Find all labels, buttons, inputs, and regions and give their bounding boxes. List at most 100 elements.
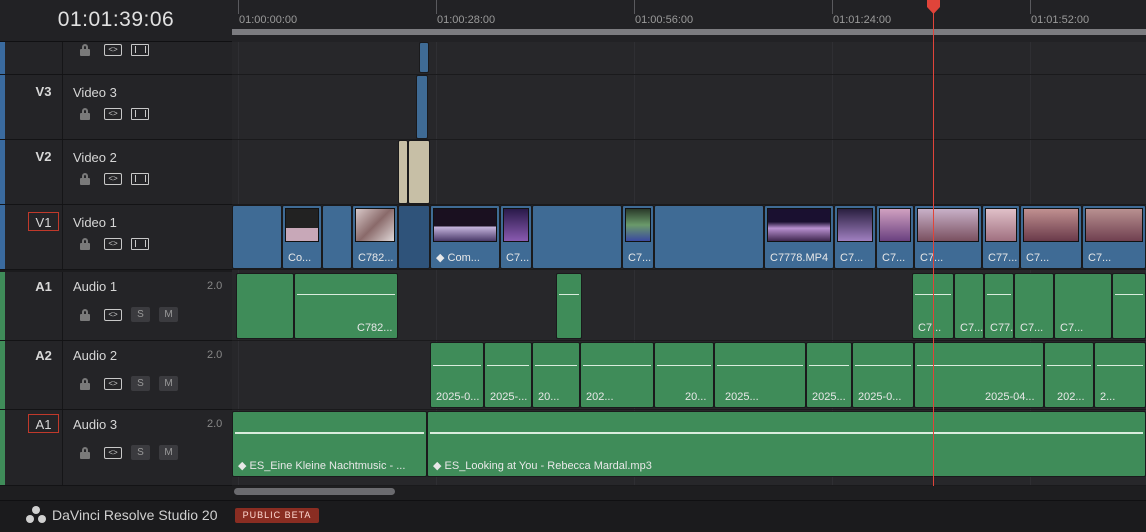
app-name: DaVinci Resolve Studio 20 bbox=[52, 507, 218, 523]
track-id[interactable]: A2 bbox=[28, 346, 59, 365]
track-name[interactable]: Audio 3 bbox=[73, 417, 117, 432]
clip-label: 2025-0... bbox=[858, 391, 902, 403]
auto-select-icon[interactable]: <> bbox=[104, 309, 122, 321]
video-clip[interactable]: C7... bbox=[914, 205, 982, 269]
lock-icon[interactable] bbox=[80, 238, 90, 250]
audio-clip[interactable]: 2025-... bbox=[484, 342, 532, 408]
scrollbar-thumb[interactable] bbox=[234, 488, 395, 495]
track-name[interactable]: Video 2 bbox=[73, 150, 117, 165]
lock-icon[interactable] bbox=[80, 378, 90, 390]
clip-label: 2025-0... bbox=[436, 391, 480, 403]
audio-clip[interactable] bbox=[556, 273, 582, 339]
solo-button[interactable]: S bbox=[131, 445, 150, 460]
audio-clip[interactable]: ◆ ES_Looking at You - Rebecca Mardal.mp3 bbox=[427, 411, 1146, 477]
video-clip[interactable]: C7... bbox=[622, 205, 654, 269]
audio-clip[interactable]: C7... bbox=[1014, 273, 1054, 339]
audio-clip[interactable]: 2025... bbox=[806, 342, 852, 408]
track-header-a2[interactable]: A2 Audio 2 2.0 <> S M bbox=[0, 341, 232, 410]
auto-select-icon[interactable]: <> bbox=[104, 378, 122, 390]
track-header-v3[interactable]: V3 Video 3 <> bbox=[0, 75, 232, 140]
audio-clip[interactable]: C7... bbox=[1054, 273, 1112, 339]
video-clip[interactable] bbox=[322, 205, 352, 269]
track-destination-a1[interactable]: A1 bbox=[28, 414, 59, 433]
lock-icon[interactable] bbox=[80, 108, 90, 120]
track-header-v2[interactable]: V2 Video 2 <> bbox=[0, 140, 232, 205]
audio-clip[interactable]: 20... bbox=[654, 342, 714, 408]
audio-clip[interactable]: ◆ ES_Eine Kleine Nachtmusic - ... bbox=[232, 411, 427, 477]
auto-select-icon[interactable]: <> bbox=[104, 447, 122, 459]
audio-clip[interactable]: 2025... bbox=[714, 342, 806, 408]
timecode-display[interactable]: 01:01:39:06 bbox=[0, 8, 232, 32]
video-clip[interactable] bbox=[419, 42, 429, 73]
audio-clip[interactable]: C7... bbox=[954, 273, 984, 339]
clip-thumbnail bbox=[837, 208, 873, 242]
film-icon[interactable] bbox=[131, 238, 149, 250]
video-clip[interactable]: C7778.MP4 bbox=[764, 205, 834, 269]
audio-clip[interactable]: 202... bbox=[580, 342, 654, 408]
video-clip[interactable] bbox=[408, 140, 430, 204]
audio-clip[interactable] bbox=[236, 273, 294, 339]
lock-icon[interactable] bbox=[80, 173, 90, 185]
playhead[interactable] bbox=[933, 8, 934, 486]
track-id[interactable]: V3 bbox=[28, 82, 59, 101]
video-clip[interactable]: C7... bbox=[500, 205, 532, 269]
track-header-v4[interactable]: <> bbox=[0, 42, 232, 75]
video-clip[interactable]: C7... bbox=[1020, 205, 1082, 269]
auto-select-icon[interactable]: <> bbox=[104, 238, 122, 250]
film-icon[interactable] bbox=[131, 173, 149, 185]
auto-select-icon[interactable]: <> bbox=[104, 44, 122, 56]
audio-clip[interactable]: C77... bbox=[984, 273, 1014, 339]
track-header-v1[interactable]: V1 Video 1 <> bbox=[0, 205, 232, 270]
auto-select-icon[interactable]: <> bbox=[104, 173, 122, 185]
video-clip[interactable]: ◆ Com... bbox=[430, 205, 500, 269]
audio-clip[interactable]: 20... bbox=[532, 342, 580, 408]
solo-button[interactable]: S bbox=[131, 307, 150, 322]
clip-thumbnail bbox=[503, 208, 529, 242]
ruler-label: 01:01:52:00 bbox=[1031, 14, 1090, 26]
video-clip[interactable]: C7... bbox=[834, 205, 876, 269]
clip-label: 2... bbox=[1100, 391, 1116, 403]
track-id[interactable]: A1 bbox=[28, 277, 59, 296]
video-clip[interactable]: Co... bbox=[282, 205, 322, 269]
audio-clip[interactable]: 2... bbox=[1094, 342, 1146, 408]
clip-label: C7778.MP4 bbox=[770, 252, 829, 264]
timeline-tracks-area[interactable]: Co... C782... ◆ Com... C7... C7... C7778… bbox=[232, 42, 1146, 486]
video-clip[interactable] bbox=[398, 205, 430, 269]
lock-icon[interactable] bbox=[80, 309, 90, 321]
video-clip[interactable] bbox=[232, 205, 282, 269]
video-clip[interactable]: C7... bbox=[876, 205, 914, 269]
horizontal-scrollbar[interactable] bbox=[232, 486, 1146, 500]
track-header-a3[interactable]: A1 Audio 3 2.0 <> S M bbox=[0, 410, 232, 486]
film-icon[interactable] bbox=[131, 44, 149, 56]
track-name[interactable]: Video 3 bbox=[73, 85, 117, 100]
film-icon[interactable] bbox=[131, 108, 149, 120]
audio-clip[interactable] bbox=[1112, 273, 1146, 339]
video-clip[interactable] bbox=[398, 140, 408, 204]
audio-clip[interactable]: 2025-0... bbox=[852, 342, 914, 408]
clip-label: C7... bbox=[1020, 322, 1044, 334]
track-name[interactable]: Audio 1 bbox=[73, 279, 117, 294]
track-name[interactable]: Video 1 bbox=[73, 215, 117, 230]
mute-button[interactable]: M bbox=[159, 307, 178, 322]
mute-button[interactable]: M bbox=[159, 376, 178, 391]
audio-clip[interactable]: C782... bbox=[294, 273, 398, 339]
video-clip[interactable]: C7... bbox=[1082, 205, 1146, 269]
track-destination-v1[interactable]: V1 bbox=[28, 212, 59, 231]
auto-select-icon[interactable]: <> bbox=[104, 108, 122, 120]
video-clip[interactable] bbox=[416, 75, 428, 139]
video-clip[interactable] bbox=[532, 205, 622, 269]
mute-button[interactable]: M bbox=[159, 445, 178, 460]
video-clip[interactable]: C782... bbox=[352, 205, 398, 269]
lock-icon[interactable] bbox=[80, 447, 90, 459]
track-name[interactable]: Audio 2 bbox=[73, 348, 117, 363]
track-header-a1[interactable]: A1 Audio 1 2.0 <> S M bbox=[0, 272, 232, 341]
video-clip[interactable]: C77... bbox=[982, 205, 1020, 269]
audio-clip[interactable]: 2025-0... bbox=[430, 342, 484, 408]
lock-icon[interactable] bbox=[80, 44, 90, 56]
track-id[interactable]: V2 bbox=[28, 147, 59, 166]
video-clip[interactable] bbox=[654, 205, 764, 269]
playhead-handle[interactable] bbox=[926, 0, 941, 14]
timeline-ruler[interactable]: 01:00:00:00 01:00:28:00 01:00:56:00 01:0… bbox=[232, 0, 1146, 42]
solo-button[interactable]: S bbox=[131, 376, 150, 391]
audio-clip[interactable]: 202... bbox=[1044, 342, 1094, 408]
